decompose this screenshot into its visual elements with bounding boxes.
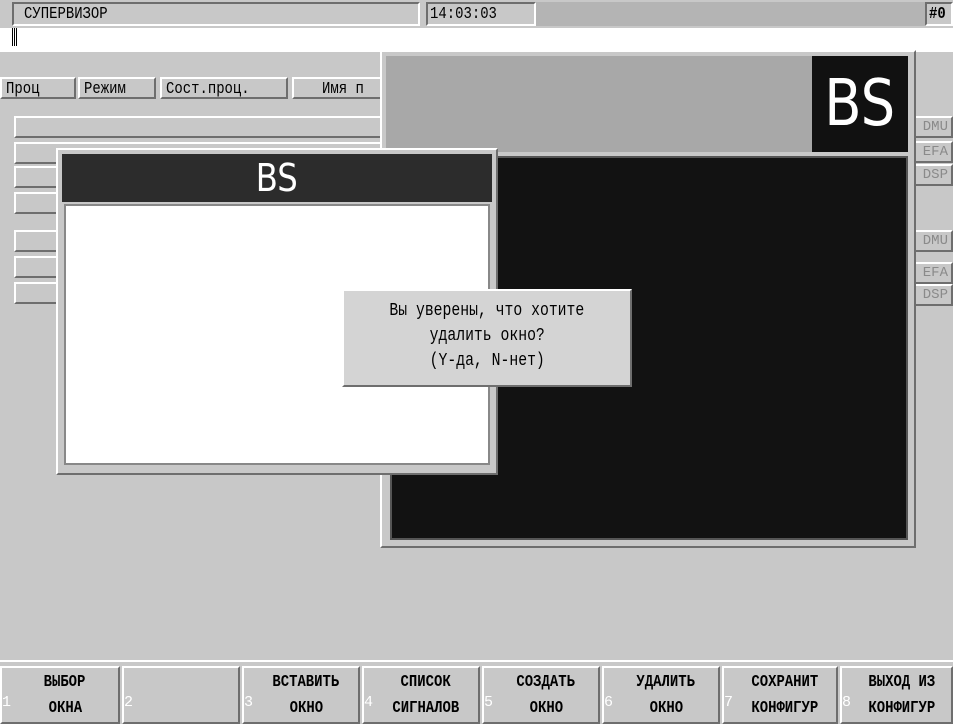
fkey-insert-window[interactable]: 3 ВСТАВИТЬ ОКНО: [242, 666, 360, 724]
column-header-mode[interactable]: Режим: [78, 77, 156, 99]
bs-window-front-titlebar[interactable]: BS: [62, 154, 492, 202]
title-bar: СУПЕРВИЗОР 14:03:03 #0: [0, 0, 953, 26]
confirm-message-line1: Вы уверены, что хотите: [389, 301, 585, 321]
fkey-delete-window[interactable]: 6 УДАЛИТЬ ОКНО: [602, 666, 720, 724]
confirm-message-line3: (Y-да, N-нет): [429, 351, 545, 371]
fkey-empty[interactable]: 2: [122, 666, 240, 724]
column-header-name[interactable]: Имя п: [292, 77, 384, 99]
fkey-exit-config[interactable]: 8 ВЫХОД ИЗ КОНФИГУР: [840, 666, 953, 724]
bs-window-back-title: BS: [812, 56, 908, 152]
command-line[interactable]: [0, 28, 953, 52]
fkey-select-window[interactable]: 1 ВЫБОР ОКНА: [0, 666, 120, 724]
table-row[interactable]: [14, 116, 384, 138]
fkey-save-config[interactable]: 7 СОХРАНИТ КОНФИГУР: [722, 666, 838, 724]
fkey-create-window[interactable]: 5 СОЗДАТЬ ОКНО: [482, 666, 600, 724]
confirm-delete-dialog[interactable]: Вы уверены, что хотите удалить окно? (Y-…: [342, 289, 632, 387]
session-indicator: #0: [925, 2, 953, 26]
clock: 14:03:03: [426, 2, 536, 26]
bs-window-back-titlebar[interactable]: BS: [386, 56, 908, 152]
confirm-message-line2: удалить окно?: [429, 326, 545, 346]
column-header-state[interactable]: Сост.проц.: [160, 77, 288, 99]
text-cursor: [12, 28, 18, 46]
title-bar-fill: [536, 2, 925, 26]
column-header-proc[interactable]: Проц: [0, 77, 76, 99]
fkey-signal-list[interactable]: 4 СПИСОК СИГНАЛОВ: [362, 666, 480, 724]
app-title: СУПЕРВИЗОР: [12, 2, 420, 26]
app-title-text: СУПЕРВИЗОР: [24, 5, 108, 24]
